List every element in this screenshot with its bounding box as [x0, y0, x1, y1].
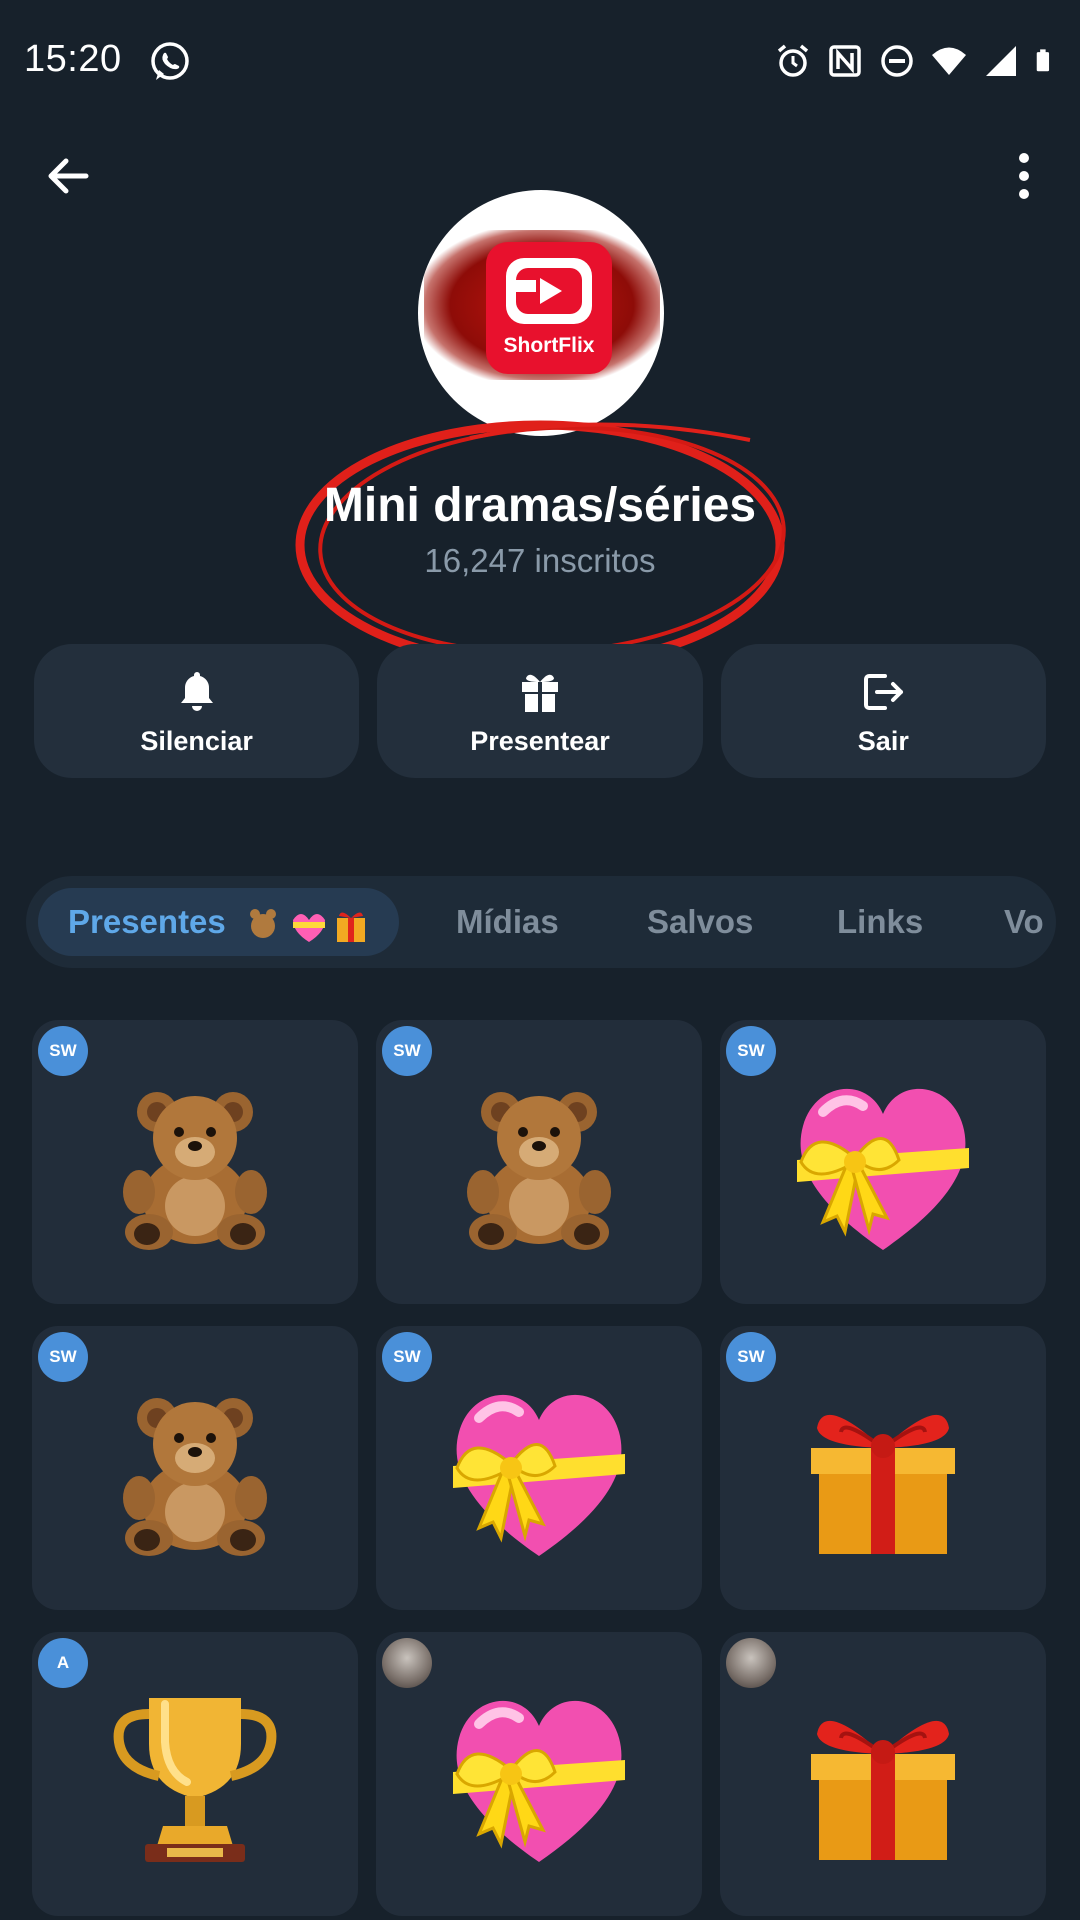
tab-links[interactable]: Links: [837, 888, 923, 956]
sender-badge: SW: [726, 1026, 776, 1076]
teddy-bear-icon: [449, 1072, 629, 1252]
bell-icon: [180, 672, 213, 711]
nfc-icon: [829, 45, 861, 77]
sender-avatar: [726, 1638, 776, 1688]
gift-emojis-icon: [249, 909, 365, 943]
sender-badge: A: [38, 1638, 88, 1688]
sender-badge: SW: [726, 1332, 776, 1382]
sender-badge: SW: [382, 1332, 432, 1382]
signal-icon: [986, 46, 1016, 76]
tab-salvos[interactable]: Salvos: [647, 888, 753, 956]
action-buttons: Silenciar Presentear Sair: [34, 644, 1046, 778]
heart-with-ribbon-icon: [449, 1378, 629, 1558]
gift-card[interactable]: [376, 1632, 702, 1916]
sender-badge: SW: [38, 1332, 88, 1382]
mute-button[interactable]: Silenciar: [34, 644, 360, 778]
wrapped-gift-icon: [793, 1684, 973, 1864]
back-arrow-icon[interactable]: [40, 148, 96, 204]
do-not-disturb-icon: [881, 45, 913, 77]
teddy-bear-icon: [105, 1072, 285, 1252]
heart-with-ribbon-icon: [793, 1072, 973, 1252]
sender-badge: SW: [38, 1026, 88, 1076]
gift-card[interactable]: SW: [32, 1326, 358, 1610]
avatar-logo-text: ShortFlix: [503, 334, 595, 357]
trophy-icon: [105, 1684, 285, 1864]
shortflix-logo: ShortFlix: [486, 242, 612, 374]
status-bar: 15:20: [0, 0, 1080, 120]
leave-label: Sair: [857, 726, 909, 756]
sender-avatar: [382, 1638, 432, 1688]
subscriber-count: 16,247 inscritos: [424, 542, 656, 579]
gift-card[interactable]: SW: [720, 1326, 1046, 1610]
gift-card[interactable]: A: [32, 1632, 358, 1916]
wifi-icon: [932, 47, 966, 75]
channel-name: Mini dramas/séries: [323, 479, 757, 532]
leave-button[interactable]: Sair: [720, 644, 1046, 778]
gift-card[interactable]: SW: [376, 1020, 702, 1304]
heart-with-ribbon-icon: [449, 1684, 629, 1864]
whatsapp-icon: [151, 42, 189, 80]
gift-card[interactable]: SW: [720, 1020, 1046, 1304]
gift-card[interactable]: [720, 1632, 1046, 1916]
more-options-icon[interactable]: [996, 148, 1052, 204]
gift-card[interactable]: SW: [32, 1020, 358, 1304]
tab-presentes-label: Presentes: [68, 903, 226, 940]
alarm-icon: [777, 44, 809, 77]
gift-label: Presentear: [470, 726, 610, 756]
status-icons: [774, 42, 1060, 80]
status-time: 15:20: [24, 38, 122, 80]
gift-button[interactable]: Presentear: [377, 644, 703, 778]
tab-voice[interactable]: Vo: [1004, 888, 1044, 956]
tab-bar: Presentes Mídias Salvos Links Vo: [26, 876, 1056, 968]
gift-icon: [521, 674, 558, 712]
tab-midias[interactable]: Mídias: [456, 888, 559, 956]
exit-icon: [864, 674, 904, 710]
sender-badge: SW: [382, 1026, 432, 1076]
battery-icon: [1036, 49, 1050, 72]
gift-card[interactable]: SW: [376, 1326, 702, 1610]
teddy-bear-icon: [105, 1378, 285, 1558]
wrapped-gift-icon: [793, 1378, 973, 1558]
tab-presentes[interactable]: Presentes: [38, 888, 399, 956]
mute-label: Silenciar: [140, 726, 253, 756]
